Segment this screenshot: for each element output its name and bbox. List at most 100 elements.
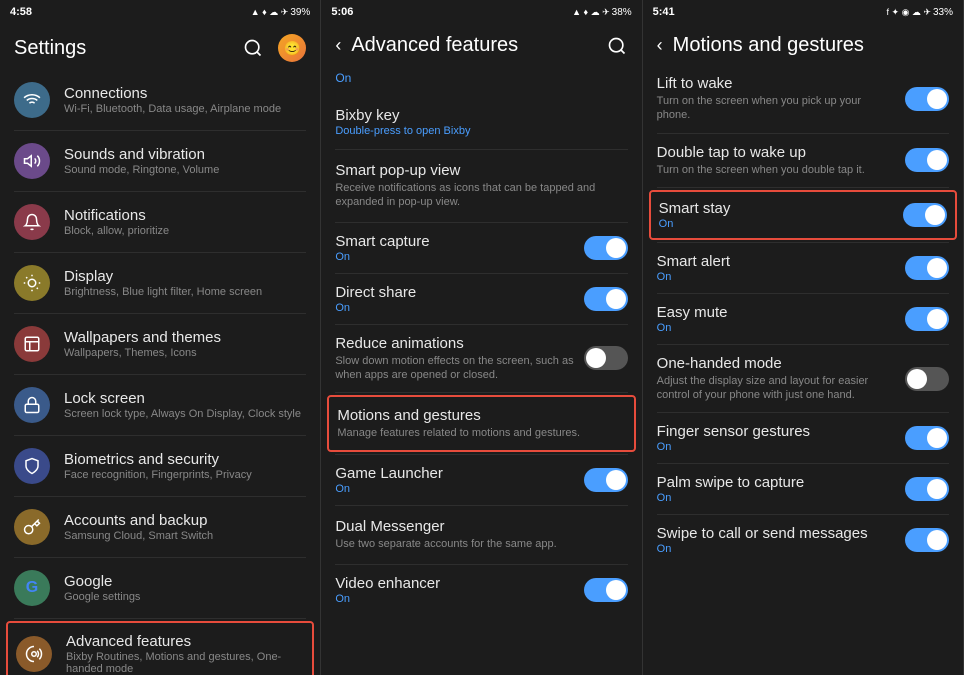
dual-messenger-row[interactable]: Dual Messenger Use two separate accounts… [321,506,641,563]
connections-text: Connections Wi-Fi, Bluetooth, Data usage… [64,85,306,115]
palm-swipe-subtitle: On [657,492,895,504]
lockscreen-title: Lock screen [64,390,306,407]
video-enhancer-text: Video enhancer On [335,575,573,605]
settings-item-connections[interactable]: Connections Wi-Fi, Bluetooth, Data usage… [0,70,320,130]
status-time-1: 4:58 [10,6,32,18]
smart-stay-toggle[interactable] [903,203,947,227]
bixby-key-row[interactable]: Bixby key Double-press to open Bixby [321,95,641,149]
smart-capture-title: Smart capture [335,233,573,250]
smart-alert-subtitle: On [657,271,895,283]
palm-swipe-row[interactable]: Palm swipe to capture On [643,464,963,514]
settings-item-advanced[interactable]: Advanced features Bixby Routines, Motion… [6,621,314,675]
lift-to-wake-toggle[interactable] [905,87,949,111]
sounds-subtitle: Sound mode, Ringtone, Volume [64,164,306,176]
settings-item-accounts[interactable]: Accounts and backup Samsung Cloud, Smart… [0,497,320,557]
bixby-key-title: Bixby key [335,107,627,124]
accounts-text: Accounts and backup Samsung Cloud, Smart… [64,512,306,542]
social-icons-3: f ✦ ◉ ☁ ✈ [887,7,931,18]
settings-item-wallpapers[interactable]: Wallpapers and themes Wallpapers, Themes… [0,314,320,374]
settings-item-lockscreen[interactable]: Lock screen Screen lock type, Always On … [0,375,320,435]
lockscreen-text: Lock screen Screen lock type, Always On … [64,390,306,420]
lift-to-wake-row[interactable]: Lift to wake Turn on the screen when you… [643,65,963,133]
one-handed-row[interactable]: One-handed mode Adjust the display size … [643,345,963,413]
reduce-animations-text: Reduce animations Slow down motion effec… [335,335,573,383]
lockscreen-subtitle: Screen lock type, Always On Display, Clo… [64,408,306,420]
one-handed-toggle[interactable] [905,367,949,391]
biometric-icon [14,448,50,484]
toggle-knob [927,428,947,448]
notif-icon [14,204,50,240]
settings-item-google[interactable]: G Google Google settings [0,558,320,618]
smart-alert-row[interactable]: Smart alert On [643,243,963,293]
advanced-title-header: Advanced features [351,34,605,57]
finger-sensor-title: Finger sensor gestures [657,423,895,440]
dual-messenger-title: Dual Messenger [335,518,627,535]
reduce-animations-title: Reduce animations [335,335,573,352]
motions-gestures-row[interactable]: Motions and gestures Manage features rel… [327,395,635,452]
smart-popup-row[interactable]: Smart pop-up view Receive notifications … [321,150,641,222]
google-text: Google Google settings [64,573,306,603]
video-enhancer-toggle[interactable] [584,578,628,602]
double-tap-wake-toggle[interactable] [905,148,949,172]
smart-capture-text: Smart capture On [335,233,573,263]
one-handed-subtitle: Adjust the display size and layout for e… [657,374,895,403]
sounds-text: Sounds and vibration Sound mode, Rington… [64,146,306,176]
google-title: Google [64,573,306,590]
smart-popup-text: Smart pop-up view Receive notifications … [335,162,627,210]
game-launcher-subtitle: On [335,483,573,495]
double-tap-wake-row[interactable]: Double tap to wake up Turn on the screen… [643,134,963,187]
toggle-knob [907,369,927,389]
finger-sensor-toggle[interactable] [905,426,949,450]
accounts-title: Accounts and backup [64,512,306,529]
toggle-knob [606,470,626,490]
toggle-knob [586,348,606,368]
motions-header: ‹ Motions and gestures [643,24,963,65]
swipe-call-toggle[interactable] [905,528,949,552]
reduce-animations-toggle[interactable] [584,346,628,370]
smart-alert-toggle[interactable] [905,256,949,280]
video-enhancer-row[interactable]: Video enhancer On [321,565,641,615]
status-icons-3: f ✦ ◉ ☁ ✈ 33% [887,7,953,18]
status-bar-2: 5:06 ▲ ♦ ☁ ✈ 38% [321,0,641,24]
palm-swipe-title: Palm swipe to capture [657,474,895,491]
swipe-call-row[interactable]: Swipe to call or send messages On [643,515,963,565]
smart-stay-row[interactable]: Smart stay On [649,190,957,240]
settings-item-sounds[interactable]: Sounds and vibration Sound mode, Rington… [0,131,320,191]
settings-item-notifications[interactable]: Notifications Block, allow, prioritize [0,192,320,252]
game-launcher-toggle[interactable] [584,468,628,492]
palm-swipe-toggle[interactable] [905,477,949,501]
swipe-call-title: Swipe to call or send messages [657,525,895,542]
game-launcher-text: Game Launcher On [335,465,573,495]
easy-mute-toggle[interactable] [905,307,949,331]
search-icon-2[interactable] [606,35,628,57]
status-icons-1: ▲ ♦ ☁ ✈ 39% [251,7,311,18]
dual-messenger-subtitle: Use two separate accounts for the same a… [335,537,627,551]
one-handed-title: One-handed mode [657,355,895,372]
motions-gestures-title: Motions and gestures [337,407,625,424]
display-subtitle: Brightness, Blue light filter, Home scre… [64,286,306,298]
double-tap-wake-subtitle: Turn on the screen when you double tap i… [657,163,895,177]
game-launcher-row[interactable]: Game Launcher On [321,455,641,505]
smart-alert-text: Smart alert On [657,253,895,283]
notifications-subtitle: Block, allow, prioritize [64,225,306,237]
finger-sensor-row[interactable]: Finger sensor gestures On [643,413,963,463]
battery-3: 33% [933,7,953,18]
direct-share-row[interactable]: Direct share On [321,274,641,324]
back-button-2[interactable]: ‹ [335,35,341,56]
toggle-knob [927,150,947,170]
top-on-label: On [335,71,351,85]
direct-share-toggle[interactable] [584,287,628,311]
status-time-3: 5:41 [653,6,675,18]
smart-capture-row[interactable]: Smart capture On [321,223,641,273]
search-icon[interactable] [242,37,264,59]
settings-item-display[interactable]: Display Brightness, Blue light filter, H… [0,253,320,313]
smart-capture-toggle[interactable] [584,236,628,260]
avatar[interactable]: 😊 [278,34,306,62]
easy-mute-row[interactable]: Easy mute On [643,294,963,344]
settings-item-biometrics[interactable]: Biometrics and security Face recognition… [0,436,320,496]
battery-1: 39% [290,7,310,18]
motions-gestures-text: Motions and gestures Manage features rel… [337,407,625,440]
connections-title: Connections [64,85,306,102]
reduce-animations-row[interactable]: Reduce animations Slow down motion effec… [321,325,641,393]
back-button-3[interactable]: ‹ [657,35,663,56]
